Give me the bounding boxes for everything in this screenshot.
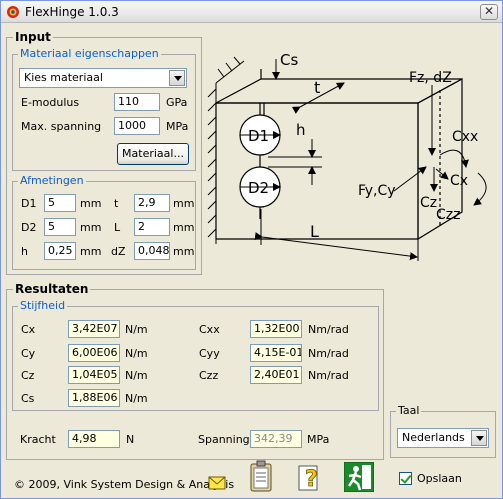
cx-value: 3,42E07 bbox=[68, 320, 120, 338]
save-checkbox[interactable] bbox=[399, 472, 412, 485]
d2-unit: mm bbox=[80, 221, 102, 234]
spanning-result-unit: MPa bbox=[307, 433, 330, 446]
fz-diagram-label: Fz, dZ bbox=[409, 70, 452, 86]
language-select[interactable]: Nederlands bbox=[397, 428, 489, 448]
mail-icon[interactable] bbox=[208, 476, 226, 490]
t-unit: mm bbox=[173, 197, 195, 210]
cyy-value: 4,15E-01 bbox=[250, 344, 302, 362]
chevron-down-icon[interactable] bbox=[169, 70, 185, 86]
language-group: Taal Nederlands bbox=[390, 404, 496, 458]
cs-diagram-label: Cs bbox=[280, 51, 298, 69]
cxx-diagram-label: Cxx bbox=[452, 129, 478, 145]
dimensions-group: Afmetingen D1 5 mm t 2,9 mm D2 5 mm L 2 … bbox=[12, 174, 196, 270]
d2-label: D2 bbox=[21, 221, 37, 234]
t-field[interactable]: 2,9 bbox=[134, 194, 170, 212]
language-title: Taal bbox=[396, 404, 422, 417]
material-select[interactable]: Kies materiaal bbox=[19, 68, 187, 88]
emodulus-unit: GPa bbox=[166, 96, 188, 109]
l-label: L bbox=[114, 221, 121, 234]
kracht-value: 4,98 bbox=[68, 430, 120, 448]
dz-field[interactable]: 0,048 bbox=[134, 242, 170, 260]
czz-value: 2,40E01 bbox=[250, 366, 302, 384]
h-field[interactable]: 0,25 bbox=[44, 242, 76, 260]
help-icon[interactable]: ? bbox=[297, 460, 325, 492]
kracht-unit: N bbox=[126, 433, 135, 446]
input-group: Input Materiaal eigenschappen Kies mater… bbox=[6, 30, 202, 275]
spanning-label: Max. spanning bbox=[21, 120, 102, 133]
chevron-down-icon[interactable] bbox=[471, 430, 487, 446]
dimensions-group-title: Afmetingen bbox=[18, 174, 86, 187]
input-title: Input bbox=[13, 30, 53, 44]
cyy-label: Cyy bbox=[199, 347, 220, 360]
spanning-unit: MPa bbox=[166, 120, 189, 133]
cx-unit: N/m bbox=[125, 323, 148, 336]
material-button[interactable]: Materiaal... bbox=[117, 143, 189, 165]
czz-label: Czz bbox=[199, 369, 219, 382]
copyright-text: © 2009, Vink System Design & Analysis bbox=[14, 478, 235, 491]
cy-value: 6,00E06 bbox=[68, 344, 120, 362]
app-window: FlexHinge 1.0.3 ✕ Input Materiaal eigens… bbox=[0, 0, 503, 499]
title-bar: FlexHinge 1.0.3 ✕ bbox=[1, 1, 502, 23]
dz-label: dZ bbox=[111, 245, 126, 258]
kracht-label: Kracht bbox=[20, 433, 56, 446]
h-label: h bbox=[21, 245, 28, 258]
l-field[interactable]: 2 bbox=[134, 218, 170, 236]
czz-unit: Nm/rad bbox=[308, 369, 349, 382]
material-group-title: Materiaal eigenschappen bbox=[18, 47, 161, 60]
h-diagram-label: h bbox=[296, 121, 306, 139]
svg-text:?: ? bbox=[305, 467, 318, 492]
czz-diagram-label: Czz bbox=[436, 207, 460, 223]
emodulus-field[interactable]: 110 bbox=[114, 93, 160, 111]
cxx-unit: Nm/rad bbox=[308, 323, 349, 336]
cz-label: Cz bbox=[21, 369, 35, 382]
app-icon bbox=[7, 6, 19, 18]
spanning-result-label: Spanning bbox=[198, 433, 250, 446]
d1-label: D1 bbox=[21, 197, 37, 210]
cz-diagram-label: Cz bbox=[420, 195, 437, 211]
results-title: Resultaten bbox=[13, 282, 91, 296]
d2-diagram-label: D2 bbox=[248, 179, 269, 197]
spanning-result-value: 342,39 bbox=[250, 430, 302, 448]
cz-value: 1,04E05 bbox=[68, 366, 120, 384]
cyy-unit: Nm/rad bbox=[308, 347, 349, 360]
cxx-value: 1,32E00 bbox=[250, 320, 302, 338]
emodulus-label: E-modulus bbox=[21, 96, 80, 109]
close-button[interactable]: ✕ bbox=[480, 4, 498, 20]
results-group: Resultaten Stijfheid Cx 3,42E07 N/m Cy 6… bbox=[6, 282, 384, 460]
cz-unit: N/m bbox=[125, 369, 148, 382]
cs-value: 1,88E06 bbox=[68, 389, 120, 407]
cy-label: Cy bbox=[21, 347, 36, 360]
h-unit: mm bbox=[80, 245, 102, 258]
cs-unit: N/m bbox=[125, 392, 148, 405]
hinge-holes bbox=[239, 103, 281, 219]
dz-unit: mm bbox=[173, 245, 195, 258]
exit-icon[interactable] bbox=[344, 462, 374, 492]
cs-label: Cs bbox=[21, 392, 35, 405]
stiffness-group: Stijfheid Cx 3,42E07 N/m Cy 6,00E06 N/m … bbox=[12, 299, 379, 411]
spanning-field[interactable]: 1000 bbox=[114, 117, 160, 135]
material-group: Materiaal eigenschappen Kies materiaal E… bbox=[12, 47, 196, 171]
fy-diagram-label: Fy,Cy bbox=[358, 183, 396, 199]
clipboard-icon[interactable] bbox=[249, 460, 273, 492]
stiffness-title: Stijfheid bbox=[18, 299, 68, 312]
d1-field[interactable]: 5 bbox=[44, 194, 76, 212]
d1-diagram-label: D1 bbox=[248, 127, 269, 145]
hinge-diagram: D1 D2 Cs t h L Fz, dZ Cxx Cx Cz Czz Fy,C… bbox=[207, 51, 487, 261]
window-title: FlexHinge 1.0.3 bbox=[25, 5, 119, 19]
cxx-label: Cxx bbox=[199, 323, 220, 336]
t-diagram-label: t bbox=[314, 78, 320, 97]
l-diagram-label: L bbox=[310, 222, 319, 241]
wall-hatch bbox=[207, 56, 245, 244]
save-label[interactable]: Opslaan bbox=[417, 472, 462, 485]
d1-unit: mm bbox=[80, 197, 102, 210]
t-label: t bbox=[114, 197, 119, 210]
cy-unit: N/m bbox=[125, 347, 148, 360]
cx-diagram-label: Cx bbox=[450, 173, 468, 189]
l-unit: mm bbox=[173, 221, 195, 234]
d2-field[interactable]: 5 bbox=[44, 218, 76, 236]
cx-label: Cx bbox=[21, 323, 36, 336]
